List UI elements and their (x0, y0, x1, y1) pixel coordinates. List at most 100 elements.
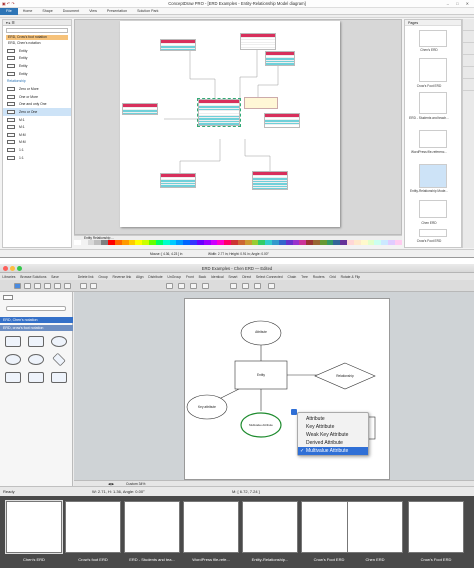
pointer-tool-icon[interactable] (14, 283, 21, 289)
page-thumbnail[interactable] (408, 501, 464, 553)
color-swatch[interactable] (203, 240, 211, 245)
page-thumbnail[interactable] (419, 229, 447, 237)
page-thumbnail[interactable] (419, 130, 447, 148)
smart-popup[interactable] (244, 97, 278, 109)
library-search-input[interactable] (6, 306, 66, 311)
entity-table[interactable] (265, 51, 295, 66)
color-swatch[interactable] (128, 240, 136, 245)
color-swatch[interactable] (142, 240, 150, 245)
toolbar-browse-solutions[interactable]: Browse Solutions (18, 275, 49, 279)
library-item[interactable]: Zero or One (3, 108, 71, 116)
library-search-input[interactable] (6, 28, 68, 33)
color-swatch[interactable] (374, 240, 382, 245)
library-category-crows-foot[interactable]: ERD, crow's foot notation (0, 325, 73, 331)
arc-connector-icon[interactable] (178, 283, 185, 289)
key-attribute-shape-icon[interactable] (5, 354, 21, 365)
entity-shape-icon[interactable] (5, 336, 21, 347)
page-thumbnail-selected[interactable] (419, 164, 447, 188)
color-swatch[interactable] (149, 240, 156, 245)
color-swatch[interactable] (80, 240, 88, 245)
toolbar-direct[interactable]: Direct (240, 275, 254, 279)
eyedropper-icon[interactable] (268, 283, 275, 289)
color-swatch[interactable] (190, 240, 197, 245)
color-swatch[interactable] (155, 240, 163, 245)
page-thumbnail[interactable] (419, 200, 447, 218)
library-item[interactable]: Entity (3, 55, 71, 63)
color-swatch[interactable] (101, 240, 109, 245)
color-swatch[interactable] (258, 240, 266, 245)
page-thumbnail[interactable] (419, 58, 447, 82)
entity-table[interactable] (252, 171, 288, 191)
color-swatch[interactable] (319, 240, 327, 245)
library-item[interactable]: Entity (3, 62, 71, 70)
toolbar-rotate-flip[interactable]: Rotate & Flip (338, 275, 362, 279)
tab-document[interactable]: Document (58, 9, 84, 13)
color-swatch[interactable] (224, 240, 232, 245)
color-swatch[interactable] (340, 240, 348, 245)
toolbar-select-connected[interactable]: Select Connected (253, 275, 285, 279)
library-item[interactable]: M:M (3, 139, 71, 147)
line-tool-icon[interactable] (54, 283, 61, 289)
hand-tool-icon[interactable] (254, 283, 261, 289)
color-swatch[interactable] (394, 240, 402, 245)
menu-item-weak-key-attribute[interactable]: Weak Key Attribute (298, 431, 368, 439)
menu-item-key-attribute[interactable]: Key Attribute (298, 423, 368, 431)
menu-item-attribute[interactable]: Attribute (298, 415, 368, 423)
page-thumbnail[interactable] (124, 501, 180, 553)
library-item[interactable]: Entity (3, 47, 71, 55)
tab-file[interactable]: File (0, 7, 18, 15)
library-item[interactable]: Entity (3, 70, 71, 78)
toolbar-front[interactable]: Front (184, 275, 197, 279)
smart-connector-icon[interactable] (166, 283, 173, 289)
entity-table[interactable] (160, 173, 196, 188)
color-swatch[interactable] (162, 240, 170, 245)
library-item[interactable]: M:1 (3, 116, 71, 124)
color-swatch[interactable] (176, 240, 184, 245)
entity-table[interactable] (240, 33, 276, 50)
color-swatch[interactable] (231, 240, 238, 245)
menu-item-multivalue-attribute[interactable]: ✓ Multivalue Attribute (298, 446, 368, 455)
connector-tool-icon[interactable] (80, 283, 87, 289)
color-swatch[interactable] (285, 240, 293, 245)
side-tab[interactable] (463, 19, 474, 31)
color-swatch[interactable] (360, 240, 368, 245)
toolbar-smart[interactable]: Smart (226, 275, 240, 279)
color-swatch[interactable] (210, 240, 218, 245)
library-item[interactable]: One or More (3, 93, 71, 101)
color-swatch[interactable] (326, 240, 334, 245)
side-tab[interactable] (463, 43, 474, 55)
shape-icon[interactable] (5, 372, 21, 383)
toolbar-routers[interactable]: Routers (310, 275, 327, 279)
round-connector-icon[interactable] (190, 283, 197, 289)
ellipse-tool-icon[interactable] (44, 283, 51, 289)
rect-tool-icon[interactable] (34, 283, 41, 289)
color-swatch[interactable] (114, 240, 122, 245)
toolbar-group[interactable]: Group (96, 275, 110, 279)
color-swatch[interactable] (251, 240, 259, 245)
tab-solution-park[interactable]: Solution Park (132, 9, 163, 13)
color-swatch[interactable] (347, 240, 354, 245)
tab-shape[interactable]: Shape (37, 9, 57, 13)
menu-item-derived-attribute[interactable]: Derived Attribute (298, 439, 368, 447)
page-thumbnail[interactable] (242, 501, 298, 553)
page-thumbnail[interactable] (183, 501, 239, 553)
diagram-page[interactable] (120, 21, 340, 227)
color-swatch[interactable] (169, 240, 177, 245)
color-swatch[interactable] (333, 240, 341, 245)
library-category-chen[interactable]: ERD, Chen's notation (0, 317, 73, 323)
attribute-shape-icon[interactable] (51, 336, 67, 347)
toolbar-save[interactable]: Save (49, 275, 62, 279)
toolbar-chain[interactable]: Chain (285, 275, 299, 279)
tab-presentation[interactable]: Presentation (102, 9, 132, 13)
color-swatch[interactable] (388, 240, 395, 245)
library-item[interactable]: 1:1 (3, 146, 71, 154)
color-swatch[interactable] (278, 240, 286, 245)
side-tab[interactable] (463, 67, 474, 79)
color-swatch[interactable] (74, 240, 81, 245)
color-swatch[interactable] (306, 240, 313, 245)
color-swatch[interactable] (272, 240, 279, 245)
shape-icon[interactable] (51, 372, 67, 383)
color-swatch[interactable] (237, 240, 245, 245)
window-controls[interactable]: – □ ✕ (447, 1, 472, 6)
side-tab[interactable] (463, 55, 474, 67)
